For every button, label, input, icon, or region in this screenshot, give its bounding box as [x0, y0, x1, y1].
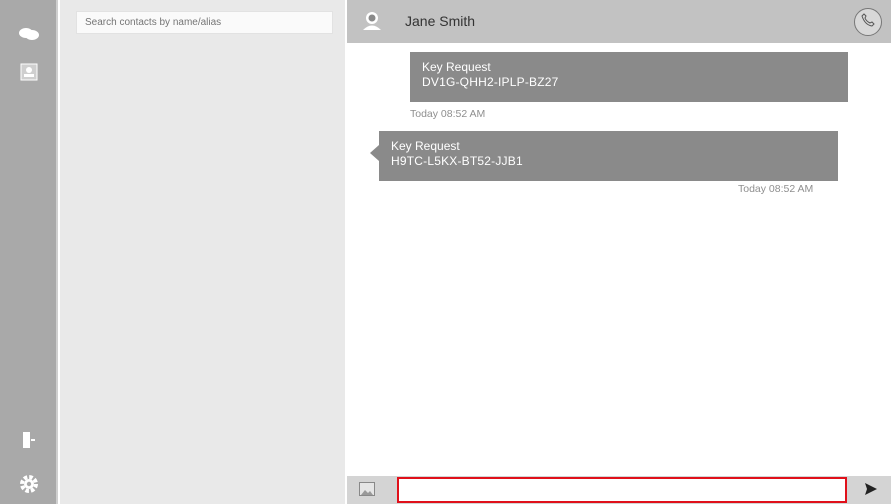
chat-header: Jane Smith [347, 0, 891, 43]
contact-name: Jane Smith [405, 13, 476, 29]
message-bubble: Key Request DV1G-QHH2-IPLP-BZ27 [410, 52, 848, 102]
message-title: Key Request [422, 60, 491, 74]
gear-icon[interactable] [0, 472, 58, 496]
contacts-panel [60, 0, 345, 504]
app-rail [0, 0, 58, 504]
send-icon[interactable] [863, 481, 879, 502]
logout-icon[interactable] [0, 428, 58, 452]
message-code: H9TC-L5KX-BT52-JJB1 [391, 154, 523, 168]
bubble-pointer [370, 145, 379, 161]
message-timestamp: Today 08:52 AM [410, 108, 486, 120]
message-bubble: Key Request H9TC-L5KX-BT52-JJB1 [379, 131, 838, 181]
message-title: Key Request [391, 139, 460, 153]
attach-image-icon[interactable] [359, 482, 375, 496]
search-input[interactable] [76, 11, 333, 34]
contacts-icon[interactable] [0, 60, 58, 84]
message-code: DV1G-QHH2-IPLP-BZ27 [422, 75, 559, 89]
call-button[interactable] [854, 8, 882, 36]
phone-icon [861, 12, 875, 32]
message-input[interactable] [397, 477, 847, 503]
composer-bar [347, 476, 891, 504]
message-timestamp: Today 08:52 AM [738, 183, 814, 195]
avatar-icon [361, 11, 383, 36]
chat-bubbles-icon[interactable] [0, 22, 58, 46]
